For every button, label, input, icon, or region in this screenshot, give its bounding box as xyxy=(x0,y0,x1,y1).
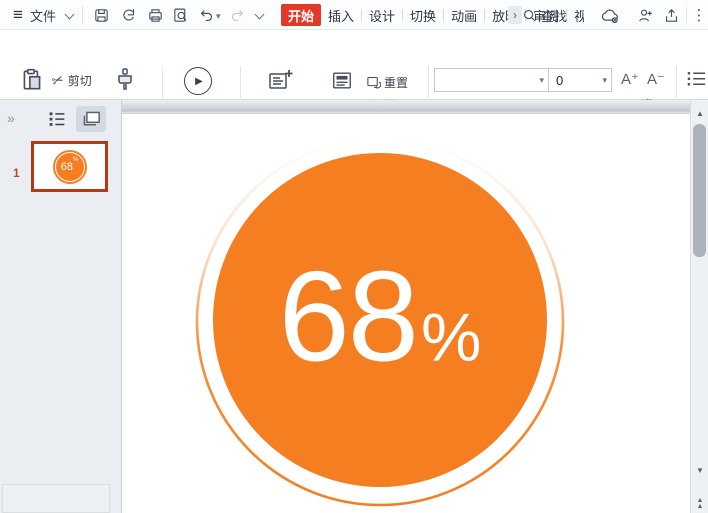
panel-expand-icon[interactable]: » xyxy=(7,110,15,126)
reset-button[interactable]: 重置 xyxy=(366,74,418,91)
reset-icon xyxy=(366,75,381,90)
percent-unit: % xyxy=(421,303,481,371)
new-slide-button[interactable] xyxy=(264,67,296,94)
scroll-down-icon[interactable]: ▼ xyxy=(691,467,708,475)
undo-dropdown-icon[interactable]: ▾ xyxy=(216,12,221,21)
export-icon xyxy=(120,7,137,24)
previous-slide-button[interactable]: ▲ ▲ xyxy=(691,498,708,509)
file-chevron-icon xyxy=(65,10,75,20)
cloud-sync-button[interactable] xyxy=(598,5,622,25)
undo-icon xyxy=(198,7,215,24)
preview-icon xyxy=(172,7,189,24)
scroll-up-icon[interactable]: ▲ xyxy=(691,110,708,118)
shrink-font-button[interactable]: A⁻ xyxy=(644,68,668,90)
file-menu-label: 文件 xyxy=(30,6,56,25)
layout-button[interactable] xyxy=(330,69,354,92)
font-name-select[interactable]: ▾ xyxy=(435,69,549,91)
share-icon xyxy=(663,7,680,24)
outline-view-icon xyxy=(47,110,67,128)
thumbnail-circle: 68 % xyxy=(53,150,87,184)
panel-footer xyxy=(2,484,110,513)
bullet-list-button[interactable] xyxy=(684,68,708,88)
slide-view-button[interactable] xyxy=(76,106,106,132)
grow-font-button[interactable]: A⁺ xyxy=(618,68,642,90)
quick-access-more-icon[interactable] xyxy=(255,10,265,20)
redo-button[interactable] xyxy=(226,5,248,25)
cut-button[interactable]: ✂ 剪切 xyxy=(52,72,104,89)
print-button[interactable] xyxy=(144,5,166,25)
tab-animation[interactable]: 动画 xyxy=(444,4,484,26)
format-painter-button[interactable] xyxy=(110,66,140,94)
printer-icon xyxy=(147,7,164,24)
play-icon: ▶ xyxy=(195,76,203,87)
menubar: ≡ 文件 xyxy=(0,0,708,30)
ribbon-toolbar: 粘贴 ▾ ✂ 剪切 复制 格式刷 ▶ 当页开始 ▾ xyxy=(0,30,708,100)
save-icon xyxy=(93,7,110,24)
tab-view[interactable]: 视 xyxy=(567,4,584,26)
slide-view-icon xyxy=(80,110,102,128)
cut-label: 剪切 xyxy=(68,72,92,89)
person-plus-icon xyxy=(637,7,654,24)
layout-icon xyxy=(331,70,353,91)
vertical-scrollbar[interactable]: ▲ ▼ ▲ ▲ xyxy=(690,100,708,513)
percent-text: 68 % xyxy=(213,253,547,381)
search-label: 查找 xyxy=(541,6,567,25)
print-preview-button[interactable] xyxy=(169,5,191,25)
font-size-select[interactable]: 0 ▾ xyxy=(549,69,611,91)
slide-thumbnail[interactable]: 68 % xyxy=(31,141,108,192)
canvas-top-edge xyxy=(122,100,690,114)
page-up-icon: ▲ xyxy=(697,504,704,510)
scissors-icon: ✂ xyxy=(49,71,66,91)
bullet-list-icon xyxy=(685,69,707,88)
wps-presentation-window: ≡ 文件 xyxy=(0,0,708,513)
paste-button[interactable] xyxy=(16,66,48,94)
percent-value: 68 xyxy=(279,253,417,381)
outline-view-button[interactable] xyxy=(42,106,72,132)
new-slide-icon xyxy=(267,68,294,93)
thumbnail-percent-value: 68 xyxy=(61,150,73,184)
tabs-overflow-button[interactable]: › xyxy=(508,6,522,24)
slide-number: 1 xyxy=(13,166,20,180)
percent-circle-shape[interactable]: 68 % xyxy=(213,153,547,487)
undo-button[interactable] xyxy=(195,5,217,25)
font-size-dropdown-icon: ▾ xyxy=(602,76,607,85)
redo-icon xyxy=(229,7,246,24)
search-icon xyxy=(522,8,537,23)
cloud-off-icon xyxy=(601,7,620,24)
search-button[interactable]: 查找 xyxy=(522,5,567,25)
font-size-value: 0 xyxy=(556,73,563,88)
tab-design[interactable]: 设计 xyxy=(362,4,402,26)
share-button[interactable] xyxy=(660,5,682,25)
play-from-current-button[interactable]: ▶ xyxy=(184,67,212,95)
font-controls: ▾ 0 ▾ xyxy=(434,68,612,92)
main-menu-icon[interactable]: ≡ xyxy=(8,7,28,23)
slide-panel: » 1 68 % xyxy=(0,100,122,513)
menubar-divider xyxy=(686,7,687,23)
reset-label: 重置 xyxy=(384,74,408,91)
tab-insert[interactable]: 插入 xyxy=(321,4,361,26)
file-menu-button[interactable]: 文件 xyxy=(30,6,56,24)
output-button[interactable] xyxy=(117,5,139,25)
scrollbar-thumb[interactable] xyxy=(693,124,706,257)
tab-home[interactable]: 开始 xyxy=(281,4,321,26)
paste-icon xyxy=(19,67,45,93)
font-name-dropdown-icon: ▾ xyxy=(539,76,544,85)
format-painter-icon xyxy=(113,67,137,93)
thumbnail-percent-unit: % xyxy=(73,145,78,175)
more-menu-button[interactable]: ⋮ xyxy=(692,5,706,25)
save-button[interactable] xyxy=(90,5,112,25)
invite-collaborator-button[interactable] xyxy=(634,5,656,25)
slide-canvas[interactable]: 68 % xyxy=(122,100,690,513)
menubar-divider xyxy=(82,6,83,24)
tab-transition[interactable]: 切换 xyxy=(403,4,443,26)
